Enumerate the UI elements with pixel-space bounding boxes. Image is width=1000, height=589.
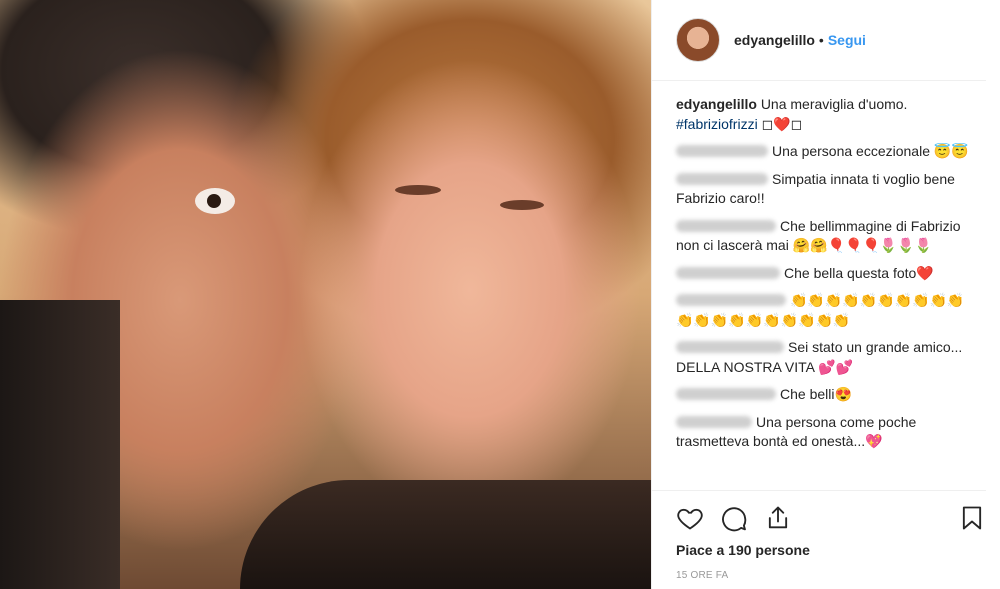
list-item: Che bellimmagine di Fabrizio non ci lasc… (676, 217, 972, 256)
comment-suffix: ◻❤️◻ (757, 115, 803, 132)
comment-caption: edyangelillo Una meraviglia d'uomo. #fab… (676, 95, 972, 134)
blurred-username[interactable] (676, 172, 768, 185)
list-item: Sei stato un grande amico... DELLA NOSTR… (676, 338, 972, 377)
follow-button[interactable]: Segui (828, 32, 866, 48)
blurred-username[interactable] (676, 294, 786, 306)
action-bar (676, 502, 986, 534)
list-item: Una persona come poche trasmetteva bontà… (676, 413, 972, 452)
blurred-username[interactable] (676, 219, 776, 232)
post-timestamp: 15 ORE FA (676, 570, 729, 581)
blurred-username[interactable] (676, 388, 776, 400)
list-item: Una persona eccezionale 😇😇 (676, 142, 972, 162)
post-header: edyangelillo • Segui (652, 0, 986, 81)
comment-text: Una meraviglia d'uomo. (760, 96, 908, 112)
blurred-username[interactable] (676, 415, 752, 428)
bookmark-icon[interactable] (958, 504, 986, 532)
photo-eye (500, 200, 544, 210)
blurred-username[interactable] (676, 266, 780, 279)
likes-count[interactable]: Piace a 190 persone (676, 542, 810, 558)
hashtag-link[interactable]: #fabriziofrizzi (676, 116, 758, 132)
separator-dot: • (818, 32, 824, 48)
blurred-username[interactable] (676, 145, 768, 157)
list-item: 👏👏👏👏👏👏👏👏👏👏👏👏👏👏👏👏👏👏👏👏 (676, 291, 972, 330)
photo-shirt (240, 480, 651, 589)
list-item: Che bella questa foto❤️ (676, 264, 972, 284)
heart-icon[interactable] (676, 504, 704, 532)
comment-icon[interactable] (720, 504, 748, 532)
username[interactable]: edyangelillo (734, 32, 815, 48)
list-item: Simpatia innata ti voglio bene Fabrizio … (676, 170, 972, 209)
comments-list: edyangelillo Una meraviglia d'uomo. #fab… (652, 81, 986, 491)
comment-text: Che bella questa foto❤️ (784, 264, 934, 281)
avatar[interactable] (676, 18, 720, 62)
photo-eye (395, 185, 441, 195)
comment-username[interactable]: edyangelillo (676, 96, 757, 112)
blurred-username[interactable] (676, 341, 784, 353)
instagram-post: edyangelillo • Segui edyangelillo Una me… (0, 0, 1000, 589)
list-item: Che belli😍 (676, 385, 972, 405)
post-photo[interactable] (0, 0, 651, 589)
share-icon[interactable] (764, 504, 792, 532)
photo-eye (195, 188, 235, 214)
photo-jacket (0, 300, 120, 589)
comment-text: Che belli😍 (780, 386, 852, 402)
comment-text: Una persona eccezionale 😇😇 (772, 143, 969, 159)
post-sidebar: edyangelillo • Segui edyangelillo Una me… (651, 0, 1000, 589)
